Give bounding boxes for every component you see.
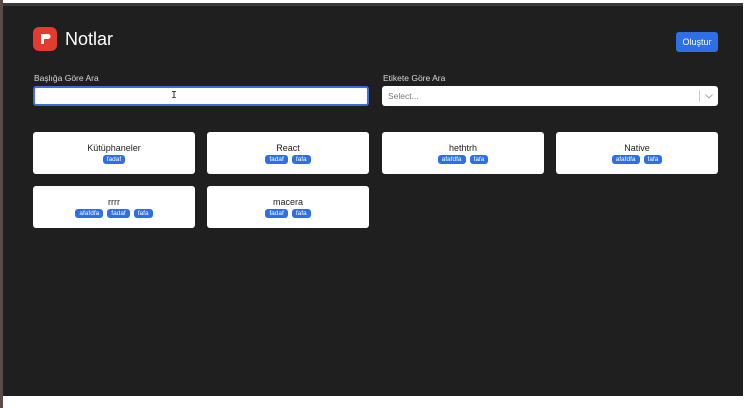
search-tag-label: Etikete Göre Ara <box>383 73 446 83</box>
note-card[interactable]: macera fadaf fafa <box>207 186 369 228</box>
note-title: Native <box>624 142 650 153</box>
chevron-down-icon[interactable] <box>700 93 718 99</box>
note-tags: fadaf fafa <box>265 154 311 164</box>
tag-badge: afafdfa <box>437 154 466 164</box>
tag-badge: fafa <box>133 208 153 218</box>
tag-badge: fadaf <box>265 208 288 218</box>
tag-badge: fafa <box>291 154 311 164</box>
note-tags: afafdfa fafa <box>611 154 663 164</box>
note-tags: afafdfa fadaf fafa <box>75 208 153 218</box>
tag-badge: afafdfa <box>75 208 104 218</box>
note-tags: fadaf <box>102 154 126 164</box>
tag-badge: fadaf <box>102 154 126 164</box>
tag-badge: afafdfa <box>611 154 640 164</box>
tag-badge: fafa <box>643 154 663 164</box>
text-cursor-icon: I <box>171 90 178 101</box>
app-logo-icon <box>33 27 57 51</box>
note-title: rrrr <box>108 196 120 207</box>
search-title-input[interactable] <box>33 86 369 106</box>
note-title: Kütüphaneler <box>87 142 141 153</box>
tag-badge: fafa <box>291 208 311 218</box>
note-title: macera <box>272 196 303 207</box>
tag-select[interactable]: Select... <box>382 86 718 106</box>
note-card[interactable]: rrrr afafdfa fadaf fafa <box>33 186 195 228</box>
note-title: React <box>276 142 300 153</box>
tag-badge: fafa <box>469 154 489 164</box>
note-tags: afafdfa fafa <box>437 154 489 164</box>
app-title: Notlar <box>65 28 114 49</box>
tag-badge: fadaf <box>265 154 288 164</box>
tag-badge: fadaf <box>107 208 130 218</box>
note-card[interactable]: React fadaf fafa <box>207 132 369 174</box>
search-title-label: Başlığa Göre Ara <box>34 73 99 83</box>
window-edge-right <box>743 0 754 408</box>
note-tags: fadaf fafa <box>265 208 311 218</box>
app-header: Notlar <box>33 27 113 51</box>
note-title: hethtrh <box>448 142 478 153</box>
create-button[interactable]: Oluştur <box>676 32 718 52</box>
note-card[interactable]: Native afafdfa fafa <box>556 132 718 174</box>
tag-select-placeholder: Select... <box>388 91 419 101</box>
note-card[interactable]: Kütüphaneler fadaf <box>33 132 195 174</box>
note-card[interactable]: hethtrh afafdfa fafa <box>382 132 544 174</box>
